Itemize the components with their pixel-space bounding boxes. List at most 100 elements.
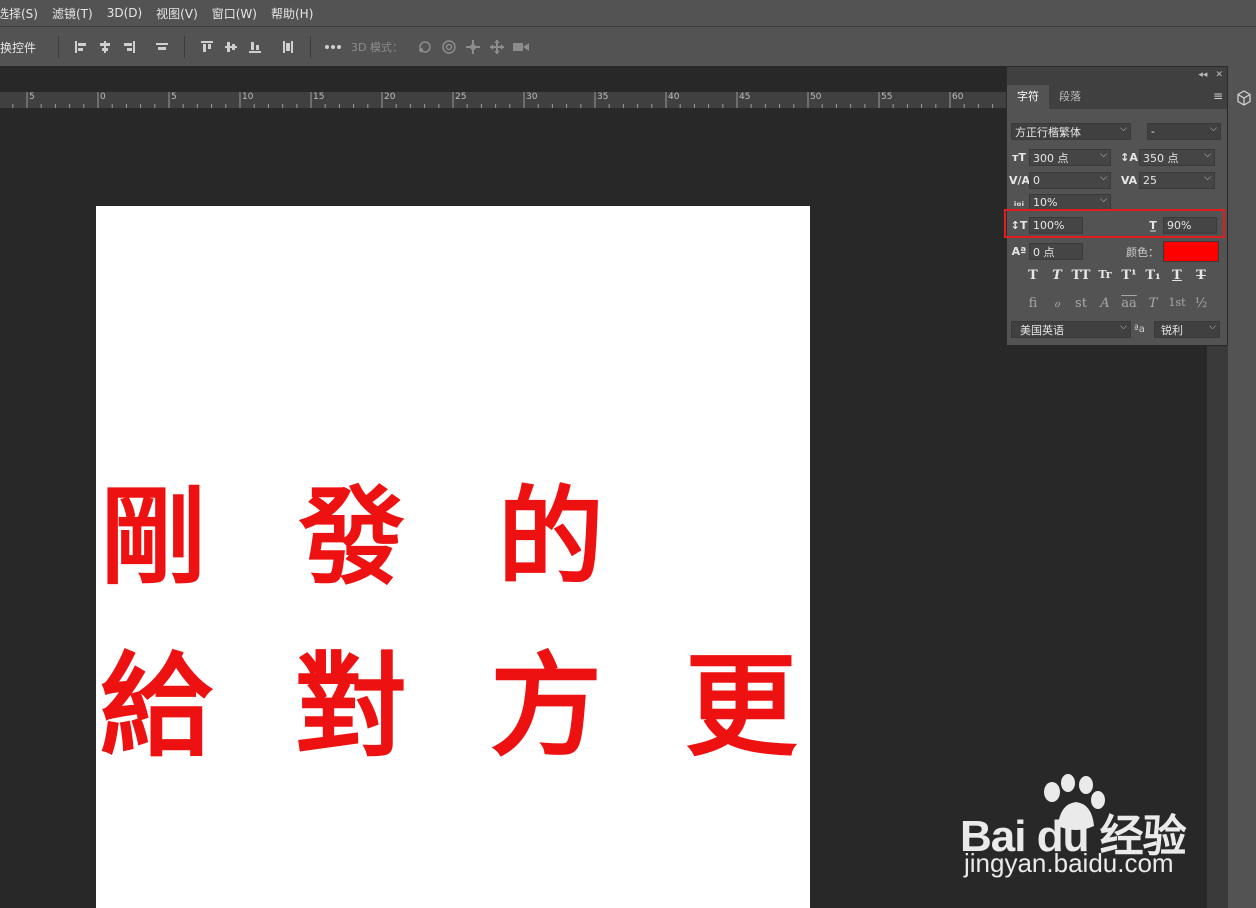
horizontal-ruler: 5 0 5 10 15 20 25 30 35 40 45 50 55 60 (0, 92, 1006, 109)
highlight-annotation (1004, 209, 1225, 238)
font-size-field[interactable]: 300 点 ⌵ (1029, 149, 1111, 166)
panel-dock-icons (1228, 66, 1256, 908)
3d-mode-label: 3D 模式： (351, 41, 403, 54)
color-swatch[interactable] (1163, 241, 1219, 262)
tracking-field[interactable]: 25 ⌵ (1139, 172, 1215, 189)
ordinals-button[interactable]: 1st (1165, 296, 1189, 311)
3d-camera-icon[interactable] (512, 38, 530, 56)
tab-paragraph[interactable]: 段落 (1049, 85, 1091, 109)
panel-menu-icon[interactable]: ≡ (1213, 89, 1223, 103)
align-right-icon[interactable] (120, 38, 138, 56)
font-size-value: 300 点 (1033, 151, 1069, 165)
3d-orbit-icon[interactable] (416, 38, 434, 56)
antialias-value: 锐利 (1161, 323, 1183, 337)
divider (310, 36, 312, 58)
tsume-value: 10% (1033, 196, 1058, 209)
antialias-select[interactable]: 锐利 ⌵ (1154, 321, 1220, 338)
3d-pan-icon[interactable] (464, 38, 482, 56)
language-value: 美国英语 (1020, 323, 1064, 337)
kerning-field[interactable]: 0 ⌵ (1029, 172, 1111, 189)
swash-button[interactable]: A (1093, 296, 1117, 311)
leading-field[interactable]: 350 点 ⌵ (1139, 149, 1215, 166)
superscript-button[interactable]: T¹ (1117, 268, 1141, 283)
more-options-icon[interactable] (324, 38, 342, 56)
close-icon[interactable]: ✕ (1215, 70, 1223, 80)
chevron-down-icon: ⌵ (1210, 124, 1217, 134)
ruler-label: 40 (668, 92, 680, 102)
collapse-icon[interactable]: ◂◂ (1198, 70, 1207, 80)
all-caps-button[interactable]: TT (1069, 268, 1093, 283)
transform-controls-label[interactable]: 换控件 (0, 39, 36, 56)
type-style-buttons: T T TT Tr T¹ T₁ T T (1021, 268, 1213, 283)
language-select[interactable]: 美国英语 ⌵ (1011, 321, 1131, 338)
ruler-label: 50 (810, 92, 822, 102)
ruler-label: 0 (100, 92, 106, 102)
stylistic-alternates-button[interactable]: aa (1117, 296, 1141, 311)
color-label: 颜色： (1126, 245, 1159, 259)
chevron-down-icon: ⌵ (1100, 150, 1107, 160)
tracking-icon: VA (1120, 174, 1138, 187)
align-left-icon[interactable] (72, 38, 90, 56)
contextual-alternates-button[interactable]: ℴ (1045, 296, 1069, 311)
document-canvas[interactable]: 剛 發 的 給 對 方 更 多 (96, 206, 810, 908)
subscript-button[interactable]: T₁ (1141, 268, 1165, 283)
tab-character[interactable]: 字符 (1007, 85, 1049, 109)
align-hcenter-icon[interactable] (96, 38, 114, 56)
align-top-icon[interactable] (198, 38, 216, 56)
ligatures-button[interactable]: fi (1021, 296, 1045, 311)
chevron-down-icon: ⌵ (1209, 322, 1216, 332)
text-layer-line1[interactable]: 剛 發 的 (100, 451, 632, 605)
3d-cube-icon[interactable] (1236, 90, 1252, 109)
menu-select[interactable]: 选择(S) (0, 5, 45, 22)
tracking-value: 25 (1143, 174, 1157, 187)
chevron-down-icon: ⌵ (1100, 195, 1107, 205)
fractions-button[interactable]: ½ (1189, 296, 1213, 311)
strikethrough-button[interactable]: T (1189, 268, 1213, 283)
faux-bold-button[interactable]: T (1021, 268, 1045, 283)
underline-button[interactable]: T (1165, 268, 1189, 283)
align-bottom-icon[interactable] (246, 38, 264, 56)
chevron-down-icon: ⌵ (1120, 322, 1127, 332)
menu-view[interactable]: 视图(V) (149, 5, 205, 22)
menu-3d[interactable]: 3D(D) (100, 6, 149, 20)
baseline-shift-icon: Aª (1011, 245, 1027, 258)
text-layer-line2[interactable]: 給 對 方 更 多 (100, 616, 810, 778)
3d-roll-icon[interactable] (440, 38, 458, 56)
font-style-value: - (1151, 125, 1155, 138)
menu-help[interactable]: 帮助(H) (264, 5, 320, 22)
distribute-icon[interactable] (153, 38, 171, 56)
antialias-icon: ªa (1134, 324, 1145, 335)
character-panel: ◂◂ ✕ 字符 段落 ≡ 方正行楷繁体 ⌵ - ⌵ ᴛT 300 点 ⌵ ↕A 350… (1006, 66, 1228, 346)
chevron-down-icon: ⌵ (1100, 173, 1107, 183)
ruler-label: 5 (29, 92, 35, 102)
small-caps-button[interactable]: Tr (1093, 268, 1117, 283)
distribute-vertical-icon[interactable] (279, 38, 297, 56)
menu-filter[interactable]: 滤镜(T) (45, 5, 100, 22)
baseline-shift-value: 0 点 (1033, 245, 1055, 259)
font-family-value: 方正行楷繁体 (1015, 125, 1081, 139)
options-bar: 换控件 3D 模式： (0, 26, 1256, 68)
discretionary-ligatures-button[interactable]: st (1069, 296, 1093, 311)
font-style-select[interactable]: - ⌵ (1147, 123, 1221, 140)
titling-alternates-button[interactable]: T (1141, 296, 1165, 311)
kerning-icon: V/A (1009, 174, 1031, 187)
tsume-icon: ᵢₒᵢ (1013, 196, 1025, 209)
ruler-label: 35 (597, 92, 609, 102)
ruler-label: 30 (526, 92, 538, 102)
menu-window[interactable]: 窗口(W) (205, 5, 264, 22)
align-vcenter-icon[interactable] (222, 38, 240, 56)
ruler-label: 15 (313, 92, 325, 102)
baseline-shift-field[interactable]: 0 点 (1029, 243, 1083, 260)
faux-italic-button[interactable]: T (1045, 268, 1069, 283)
divider (58, 36, 60, 58)
leading-icon: ↕A (1120, 151, 1138, 164)
watermark-url: jingyan.baidu.com (964, 848, 1174, 878)
chevron-down-icon: ⌵ (1204, 173, 1211, 183)
divider (184, 36, 186, 58)
font-family-select[interactable]: 方正行楷繁体 ⌵ (1011, 123, 1131, 140)
ruler-label: 5 (171, 92, 177, 102)
ruler-label: 55 (881, 92, 893, 102)
ruler-label: 60 (952, 92, 964, 102)
leading-value: 350 点 (1143, 151, 1179, 165)
3d-slide-icon[interactable] (488, 38, 506, 56)
